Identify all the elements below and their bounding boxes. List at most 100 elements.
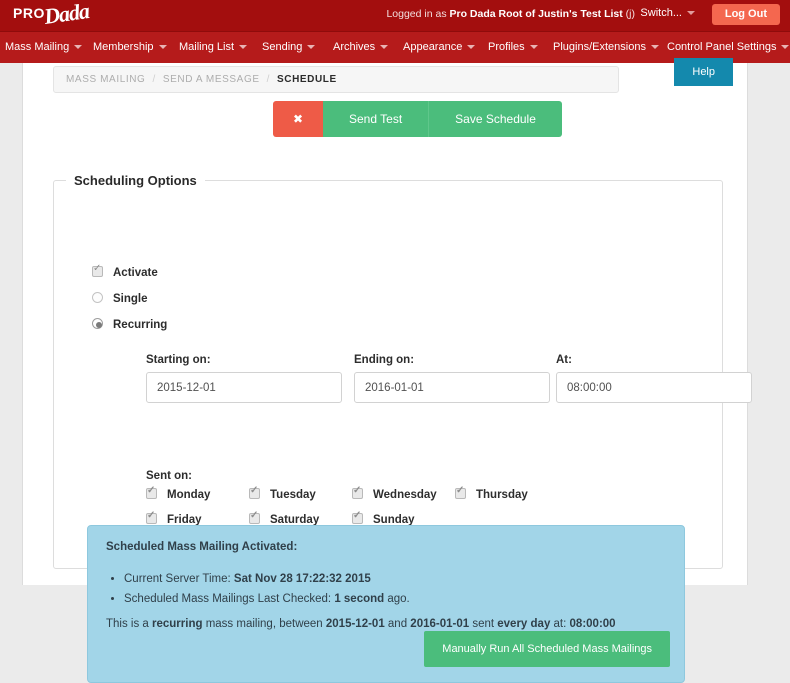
alert-summary-text: This is a recurring mass mailing, betwee…	[106, 618, 616, 630]
action-button-group: ✖ Send Test Save Schedule	[273, 101, 562, 137]
breadcrumb-item-send-a-message[interactable]: SEND A MESSAGE	[163, 74, 260, 85]
chevron-down-icon	[687, 11, 695, 15]
summary-frequency: every day	[497, 618, 550, 630]
chevron-down-icon	[530, 45, 538, 49]
send-test-button[interactable]: Send Test	[323, 101, 428, 137]
alert-last-checked-value: 1 second	[334, 593, 384, 605]
logo-pro-text: PRO	[13, 5, 45, 21]
sent-on-label: Sent on:	[146, 470, 558, 482]
alert-server-time-label: Current Server Time:	[124, 573, 234, 585]
nav-item-label: Membership	[93, 41, 154, 53]
activate-label: Activate	[113, 267, 158, 279]
nav-item-label: Sending	[262, 41, 302, 53]
alert-title: Scheduled Mass Mailing Activated:	[106, 541, 297, 553]
chevron-down-icon	[467, 45, 475, 49]
scheduling-options-panel: Scheduling Options Activate Single Recur…	[53, 173, 723, 569]
at-time-input[interactable]	[556, 372, 752, 403]
alert-last-checked-label: Scheduled Mass Mailings Last Checked:	[124, 593, 334, 605]
checkbox-icon-saturday[interactable]	[249, 513, 260, 524]
day-checkbox-row-tuesday[interactable]: Tuesday	[249, 488, 352, 501]
recurring-label: Recurring	[113, 319, 167, 331]
single-radio-row[interactable]: Single	[92, 292, 148, 305]
chevron-down-icon	[651, 45, 659, 49]
switch-label: Switch...	[640, 7, 682, 19]
breadcrumb-separator: /	[267, 74, 270, 85]
nav-item-label: Mailing List	[179, 41, 234, 53]
starting-on-input[interactable]	[146, 372, 342, 403]
day-checkbox-row-monday[interactable]: Monday	[146, 488, 249, 501]
summary-part-e: at:	[550, 618, 569, 630]
nav-item-appearance[interactable]: Appearance	[403, 41, 475, 53]
checkbox-icon-sunday[interactable]	[352, 513, 363, 524]
manually-run-scheduled-mailings-button[interactable]: Manually Run All Scheduled Mass Mailings	[424, 631, 670, 667]
checkbox-icon-wednesday[interactable]	[352, 488, 363, 499]
nav-item-label: Mass Mailing	[5, 41, 69, 53]
summary-part-a: This is a	[106, 618, 152, 630]
alert-server-time-value: Sat Nov 28 17:22:32 2015	[234, 573, 371, 585]
ending-on-input[interactable]	[354, 372, 550, 403]
nav-item-plugins-extensions[interactable]: Plugins/Extensions	[553, 41, 659, 53]
chevron-down-icon	[781, 45, 789, 49]
logged-in-suffix: (j)	[623, 8, 635, 20]
starting-on-field-group: Starting on:	[146, 354, 342, 403]
nav-item-membership[interactable]: Membership	[93, 41, 167, 53]
checkbox-icon-friday[interactable]	[146, 513, 157, 524]
day-label-wednesday: Wednesday	[373, 489, 437, 501]
nav-item-label: Profiles	[488, 41, 525, 53]
ending-on-label: Ending on:	[354, 354, 550, 366]
cancel-button[interactable]: ✖	[273, 101, 323, 137]
chevron-down-icon	[74, 45, 82, 49]
breadcrumb-current: SCHEDULE	[277, 74, 337, 85]
checkbox-icon-activate[interactable]	[92, 266, 103, 277]
at-time-label: At:	[556, 354, 752, 366]
help-button[interactable]: Help	[674, 58, 733, 86]
checkbox-icon-thursday[interactable]	[455, 488, 466, 499]
nav-item-control-panel-settings[interactable]: Control Panel Settings	[667, 41, 789, 53]
nav-item-label: Plugins/Extensions	[553, 41, 646, 53]
switch-account-dropdown[interactable]: Switch...	[640, 7, 695, 19]
summary-part-d: sent	[469, 618, 497, 630]
recurring-radio-row[interactable]: Recurring	[92, 318, 167, 331]
radio-icon-single[interactable]	[92, 292, 103, 303]
nav-item-label: Appearance	[403, 41, 462, 53]
chevron-down-icon	[380, 45, 388, 49]
summary-part-b: mass mailing, between	[203, 618, 326, 630]
ending-on-field-group: Ending on:	[354, 354, 550, 403]
starting-on-label: Starting on:	[146, 354, 342, 366]
scheduling-options-legend: Scheduling Options	[66, 173, 205, 188]
activate-checkbox-row[interactable]: Activate	[92, 266, 158, 279]
alert-last-checked-item: Scheduled Mass Mailings Last Checked: 1 …	[124, 589, 410, 609]
main-navigation-bar: Mass Mailing Membership Mailing List Sendin…	[0, 31, 790, 63]
nav-item-sending[interactable]: Sending	[262, 41, 315, 53]
at-time-field-group: At:	[556, 354, 752, 403]
nav-item-archives[interactable]: Archives	[333, 41, 388, 53]
summary-start-date: 2015-12-01	[326, 618, 385, 630]
nav-item-mass-mailing[interactable]: Mass Mailing	[5, 41, 82, 53]
chevron-down-icon	[159, 45, 167, 49]
radio-icon-recurring[interactable]	[92, 318, 103, 329]
chevron-down-icon	[239, 45, 247, 49]
day-checkbox-row-thursday[interactable]: Thursday	[455, 488, 558, 501]
schedule-status-alert: Scheduled Mass Mailing Activated: Curren…	[87, 525, 685, 683]
logged-in-status: Logged in as Pro Dada Root of Justin's T…	[386, 8, 635, 20]
alert-detail-list: Current Server Time: Sat Nov 28 17:22:32…	[106, 569, 410, 609]
nav-item-profiles[interactable]: Profiles	[488, 41, 538, 53]
summary-end-date: 2016-01-01	[410, 618, 469, 630]
day-checkbox-row-wednesday[interactable]: Wednesday	[352, 488, 455, 501]
breadcrumb-item-mass-mailing[interactable]: MASS MAILING	[66, 74, 145, 85]
alert-last-checked-suffix: ago.	[384, 593, 410, 605]
logout-button[interactable]: Log Out	[712, 4, 780, 25]
summary-time: 08:00:00	[570, 618, 616, 630]
save-schedule-button[interactable]: Save Schedule	[428, 101, 562, 137]
day-label-monday: Monday	[167, 489, 210, 501]
breadcrumb-separator: /	[152, 74, 155, 85]
checkbox-icon-monday[interactable]	[146, 488, 157, 499]
nav-item-mailing-list[interactable]: Mailing List	[179, 41, 247, 53]
logged-in-prefix: Logged in as	[386, 8, 449, 20]
checkbox-icon-tuesday[interactable]	[249, 488, 260, 499]
nav-item-label: Archives	[333, 41, 375, 53]
prodada-logo[interactable]: PRO Dada	[8, 1, 88, 31]
sent-on-days-row-1: Monday Tuesday Wednesday Thursday	[146, 488, 558, 501]
day-label-tuesday: Tuesday	[270, 489, 316, 501]
day-label-thursday: Thursday	[476, 489, 528, 501]
